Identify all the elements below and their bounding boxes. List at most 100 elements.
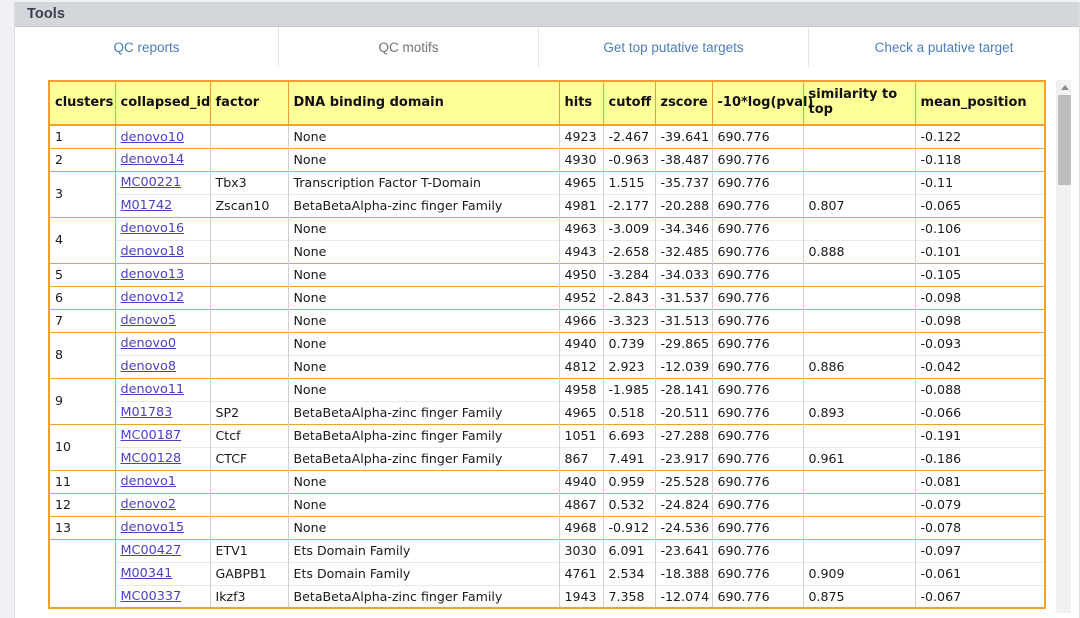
cell-collapsed-id: denovo1 <box>115 469 211 493</box>
cell-similarity-to-top <box>803 124 916 148</box>
cell-pval: 690.776 <box>712 469 804 493</box>
cell-pval: 690.776 <box>712 584 804 608</box>
table-row: M00341 GABPB1 Ets Domain Family 4761 2.534 -1… <box>49 561 1045 585</box>
table-row: 5 denovo13 None 4950 -3.284 -34.033 690.776 -0.… <box>49 262 1045 286</box>
column-header-dna-binding-domain[interactable]: DNA binding domain <box>288 81 560 126</box>
cell-factor <box>210 262 289 286</box>
collapsed-id-link[interactable]: MC00187 <box>121 428 182 443</box>
collapsed-id-link[interactable]: MC00427 <box>121 543 182 558</box>
cell-hits: 1943 <box>559 584 604 608</box>
cell-hits: 4923 <box>559 124 604 148</box>
cell-cutoff: 6.091 <box>603 538 656 562</box>
cell-zscore: -31.537 <box>655 285 713 309</box>
cell-hits: 4966 <box>559 308 604 332</box>
page-title: Tools <box>27 6 66 22</box>
column-header-clusters[interactable]: clusters <box>49 81 116 126</box>
collapsed-id-link[interactable]: denovo13 <box>121 267 185 282</box>
cell-similarity-to-top <box>803 147 916 171</box>
cell-zscore: -24.536 <box>655 515 713 539</box>
cell-mean-position: -0.105 <box>915 262 1045 286</box>
collapsed-id-link[interactable]: denovo2 <box>121 497 176 512</box>
collapsed-id-link[interactable]: denovo0 <box>121 336 176 351</box>
collapsed-id-link[interactable]: denovo15 <box>121 520 185 535</box>
cell-cutoff: -2.658 <box>603 239 656 263</box>
tab-qc-motifs[interactable]: QC motifs <box>279 27 539 68</box>
tab-bar: QC reports QC motifs Get top putative ta… <box>15 27 1079 68</box>
column-header-zscore[interactable]: zscore <box>655 81 713 126</box>
cell-similarity-to-top: 0.888 <box>803 239 916 263</box>
cell-pval: 690.776 <box>712 538 804 562</box>
collapsed-id-link[interactable]: denovo8 <box>121 359 176 374</box>
column-header-pval[interactable]: -10*log(pval) <box>712 81 813 126</box>
collapsed-id-link[interactable]: denovo5 <box>121 313 176 328</box>
cell-similarity-to-top <box>803 423 916 447</box>
cell-mean-position: -0.067 <box>915 584 1045 608</box>
cell-dna-binding-domain: Transcription Factor T-Domain <box>288 170 560 194</box>
cell-factor: Ikzf3 <box>210 584 289 608</box>
cell-similarity-to-top <box>803 515 916 539</box>
cell-mean-position: -0.078 <box>915 515 1045 539</box>
tab-get-top-putative-targets[interactable]: Get top putative targets <box>539 27 809 67</box>
cell-collapsed-id: denovo14 <box>115 147 211 171</box>
collapsed-id-link[interactable]: MC00337 <box>121 589 182 604</box>
cell-dna-binding-domain: BetaBetaAlpha-zinc finger Family <box>288 584 560 608</box>
cell-mean-position: -0.118 <box>915 147 1045 171</box>
cell-mean-position: -0.097 <box>915 538 1045 562</box>
cell-cutoff: -3.009 <box>603 216 656 240</box>
table-body: 1 denovo10 None 4923 -2.467 -39.641 690.776 -0.… <box>49 124 1045 608</box>
collapsed-id-link[interactable]: M01783 <box>121 405 173 420</box>
panel-heading: Tools <box>15 2 1079 27</box>
cell-hits: 4968 <box>559 515 604 539</box>
column-header-cutoff[interactable]: cutoff <box>603 81 656 126</box>
tab-check-a-putative-target[interactable]: Check a putative target <box>809 27 1079 67</box>
column-header-hits[interactable]: hits <box>559 81 604 126</box>
cell-pval: 690.776 <box>712 285 804 309</box>
triangle-up-icon[interactable] <box>1057 80 1072 94</box>
cell-dna-binding-domain: None <box>288 124 560 148</box>
collapsed-id-link[interactable]: MC00221 <box>121 175 182 190</box>
collapsed-id-link[interactable]: denovo11 <box>121 382 185 397</box>
cell-mean-position: -0.191 <box>915 423 1045 447</box>
collapsed-id-link[interactable]: denovo16 <box>121 221 185 236</box>
cell-similarity-to-top <box>803 262 916 286</box>
cell-dna-binding-domain: None <box>288 331 560 355</box>
cell-dna-binding-domain: Ets Domain Family <box>288 561 560 585</box>
cell-dna-binding-domain: Ets Domain Family <box>288 538 560 562</box>
collapsed-id-link[interactable]: denovo12 <box>121 290 185 305</box>
collapsed-id-link[interactable]: denovo18 <box>121 244 185 259</box>
cell-cutoff: 0.518 <box>603 400 656 424</box>
tab-qc-reports[interactable]: QC reports <box>15 27 279 67</box>
cell-pval: 690.776 <box>712 170 804 194</box>
cell-hits: 4940 <box>559 469 604 493</box>
cell-hits: 4958 <box>559 377 604 401</box>
collapsed-id-link[interactable]: MC00128 <box>121 451 182 466</box>
cell-similarity-to-top <box>803 377 916 401</box>
cell-zscore: -12.039 <box>655 354 713 378</box>
collapsed-id-link[interactable]: M00341 <box>121 566 173 581</box>
table-row: 9 denovo11 None 4958 -1.985 -28.141 690.776 -0.… <box>49 377 1045 424</box>
cell-cluster: 7 <box>49 308 116 332</box>
cell-zscore: -23.917 <box>655 446 713 470</box>
table-row: 10 MC00187 Ctcf BetaBetaAlpha-zinc finger F… <box>49 423 1045 470</box>
column-header-collapsed-id[interactable]: collapsed_id <box>115 81 211 126</box>
column-header-mean-position[interactable]: mean_position <box>915 81 1045 126</box>
cell-hits: 4943 <box>559 239 604 263</box>
cell-cluster: 12 <box>49 492 116 516</box>
cell-collapsed-id: denovo15 <box>115 515 211 539</box>
cell-hits: 4867 <box>559 492 604 516</box>
cell-collapsed-id: denovo13 <box>115 262 211 286</box>
cell-pval: 690.776 <box>712 308 804 332</box>
cell-factor <box>210 147 289 171</box>
collapsed-id-link[interactable]: denovo1 <box>121 474 176 489</box>
collapsed-id-link[interactable]: M01742 <box>121 198 173 213</box>
scrollbar-thumb[interactable] <box>1058 95 1071 185</box>
cell-similarity-to-top <box>803 538 916 562</box>
column-header-factor[interactable]: factor <box>210 81 289 126</box>
vertical-scrollbar[interactable] <box>1056 80 1071 613</box>
collapsed-id-link[interactable]: denovo14 <box>121 152 185 167</box>
column-header-similarity-to-top[interactable]: similarity to top <box>803 81 916 126</box>
cell-factor <box>210 377 289 401</box>
cell-pval: 690.776 <box>712 446 804 470</box>
cell-hits: 4950 <box>559 262 604 286</box>
collapsed-id-link[interactable]: denovo10 <box>121 130 185 145</box>
